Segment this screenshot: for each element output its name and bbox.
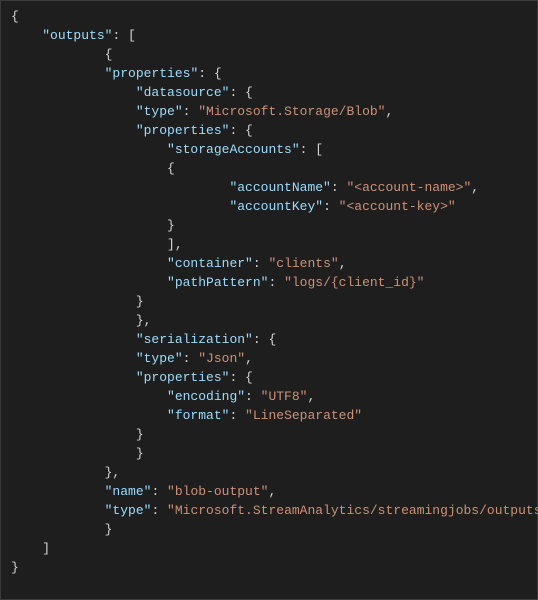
code-line: "container": "clients", xyxy=(11,254,537,273)
token-s: "clients" xyxy=(268,256,338,271)
code-line: "type": "Microsoft.StreamAnalytics/strea… xyxy=(11,501,537,520)
token-p: } xyxy=(136,294,144,309)
token-k: "accountName" xyxy=(229,180,330,195)
token-k: "properties" xyxy=(105,66,199,81)
token-p: : xyxy=(183,104,199,119)
token-k: "properties" xyxy=(136,370,230,385)
token-p: : xyxy=(183,351,199,366)
token-k: "encoding" xyxy=(167,389,245,404)
token-p: { xyxy=(167,161,175,176)
token-k: "datasource" xyxy=(136,85,230,100)
token-p: : xyxy=(245,389,261,404)
token-k: "type" xyxy=(136,104,183,119)
token-p: } xyxy=(105,522,113,537)
code-line: { xyxy=(11,7,537,26)
token-p: : { xyxy=(198,66,221,81)
code-line: { xyxy=(11,159,537,178)
token-p: , xyxy=(339,256,347,271)
token-p: , xyxy=(385,104,393,119)
code-line: "storageAccounts": [ xyxy=(11,140,537,159)
json-code-editor: { "outputs": [ { "properties": { "dataso… xyxy=(0,0,538,600)
token-s: "Json" xyxy=(198,351,245,366)
token-k: "accountKey" xyxy=(229,199,323,214)
token-k: "storageAccounts" xyxy=(167,142,300,157)
token-k: "outputs" xyxy=(42,28,112,43)
token-k: "properties" xyxy=(136,123,230,138)
token-k: "type" xyxy=(136,351,183,366)
code-line: "properties": { xyxy=(11,64,537,83)
code-line: } xyxy=(11,558,537,577)
token-p: } xyxy=(11,560,19,575)
token-p: } xyxy=(167,218,175,233)
token-s: "Microsoft.StreamAnalytics/streamingjobs… xyxy=(167,503,538,518)
code-line: "properties": { xyxy=(11,121,537,140)
token-p: : xyxy=(229,408,245,423)
code-line: "datasource": { xyxy=(11,83,537,102)
token-s: "blob-output" xyxy=(167,484,268,499)
token-k: "name" xyxy=(105,484,152,499)
token-s: "LineSeparated" xyxy=(245,408,362,423)
token-p: : xyxy=(331,180,347,195)
token-s: "<account-key>" xyxy=(339,199,456,214)
token-k: "serialization" xyxy=(136,332,253,347)
code-line: } xyxy=(11,216,537,235)
token-p: : { xyxy=(229,123,252,138)
code-line: "outputs": [ xyxy=(11,26,537,45)
token-p: ] xyxy=(42,541,50,556)
token-s: "logs/{client_id}" xyxy=(284,275,424,290)
token-p: , xyxy=(307,389,315,404)
code-line: "accountName": "<account-name>", xyxy=(11,178,537,197)
token-p: : { xyxy=(229,85,252,100)
token-p: } xyxy=(136,427,144,442)
token-s: "<account-name>" xyxy=(346,180,471,195)
code-line: "name": "blob-output", xyxy=(11,482,537,501)
code-line: } xyxy=(11,444,537,463)
token-p: { xyxy=(11,9,19,24)
code-line: "encoding": "UTF8", xyxy=(11,387,537,406)
token-k: "type" xyxy=(105,503,152,518)
token-k: "format" xyxy=(167,408,229,423)
code-line: ] xyxy=(11,539,537,558)
token-k: "container" xyxy=(167,256,253,271)
token-p: : { xyxy=(229,370,252,385)
token-p: : { xyxy=(253,332,276,347)
token-p: , xyxy=(245,351,253,366)
token-p: : xyxy=(253,256,269,271)
code-line: "pathPattern": "logs/{client_id}" xyxy=(11,273,537,292)
code-line: "properties": { xyxy=(11,368,537,387)
token-p: : xyxy=(151,484,167,499)
token-p: : [ xyxy=(112,28,135,43)
code-line: { xyxy=(11,45,537,64)
code-line: "type": "Json", xyxy=(11,349,537,368)
token-p: ], xyxy=(167,237,183,252)
code-line: "type": "Microsoft.Storage/Blob", xyxy=(11,102,537,121)
code-line: "accountKey": "<account-key>" xyxy=(11,197,537,216)
code-line: "serialization": { xyxy=(11,330,537,349)
token-p: }, xyxy=(105,465,121,480)
token-s: "UTF8" xyxy=(261,389,308,404)
code-line: ], xyxy=(11,235,537,254)
token-p: : xyxy=(268,275,284,290)
code-line: }, xyxy=(11,463,537,482)
token-p: : xyxy=(151,503,167,518)
code-line: } xyxy=(11,292,537,311)
token-p: : [ xyxy=(300,142,323,157)
token-p: , xyxy=(471,180,479,195)
token-p: } xyxy=(136,446,144,461)
token-k: "pathPattern" xyxy=(167,275,268,290)
token-p: }, xyxy=(136,313,152,328)
code-line: "format": "LineSeparated" xyxy=(11,406,537,425)
code-line: }, xyxy=(11,311,537,330)
token-p: : xyxy=(323,199,339,214)
token-s: "Microsoft.Storage/Blob" xyxy=(198,104,385,119)
token-p: , xyxy=(268,484,276,499)
code-line: } xyxy=(11,520,537,539)
code-line: } xyxy=(11,425,537,444)
token-p: { xyxy=(105,47,113,62)
